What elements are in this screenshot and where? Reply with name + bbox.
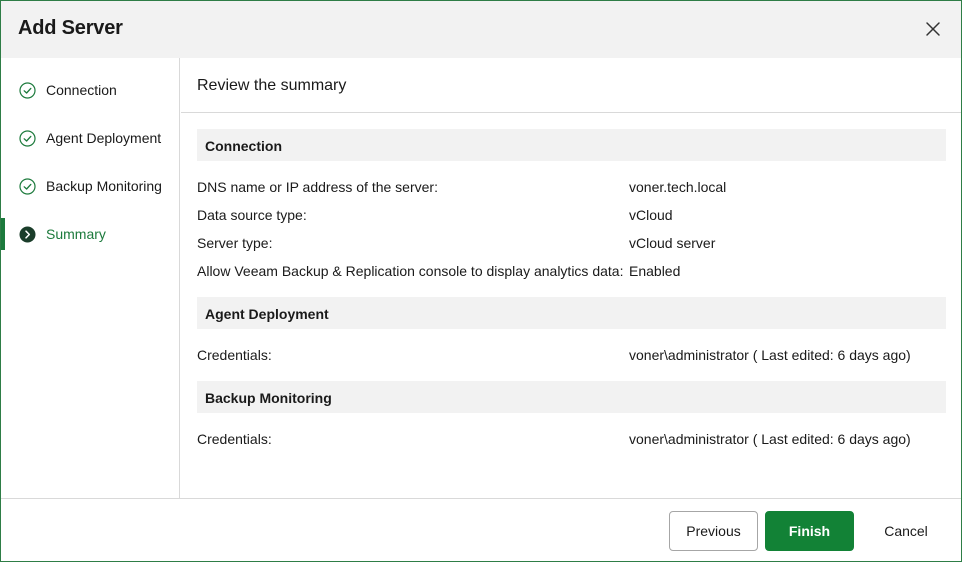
summary-row: DNS name or IP address of the server: vo… (197, 179, 946, 199)
check-circle-icon (19, 82, 36, 99)
chevron-circle-icon (19, 226, 36, 243)
section-title: Backup Monitoring (205, 390, 332, 406)
wizard-steps-sidebar: Connection Agent Deployment Backup Monit… (1, 58, 180, 498)
close-button[interactable] (921, 17, 945, 41)
active-step-indicator (1, 218, 5, 250)
step-backup-monitoring[interactable]: Backup Monitoring (1, 170, 179, 202)
panel-title-bar: Review the summary (181, 58, 961, 113)
row-label: Credentials: (197, 431, 272, 447)
dialog-header: Add Server (1, 1, 961, 58)
section-header-backup-monitoring: Backup Monitoring (197, 381, 946, 413)
section-header-connection: Connection (197, 129, 946, 161)
row-label: Server type: (197, 235, 273, 251)
summary-row: Credentials: voner\administrator ( Last … (197, 431, 946, 451)
summary-row: Credentials: voner\administrator ( Last … (197, 347, 946, 367)
row-label: Data source type: (197, 207, 307, 223)
previous-button[interactable]: Previous (669, 511, 758, 551)
summary-row: Allow Veeam Backup & Replication console… (197, 263, 946, 283)
step-label: Summary (46, 226, 106, 242)
row-value: voner\administrator ( Last edited: 6 day… (629, 431, 911, 447)
row-label: Allow Veeam Backup & Replication console… (197, 263, 624, 279)
summary-row: Server type: vCloud server (197, 235, 946, 255)
row-value: Enabled (629, 263, 681, 279)
step-label: Agent Deployment (46, 130, 162, 146)
step-label: Backup Monitoring (46, 178, 162, 194)
dialog-footer: Previous Finish Cancel (1, 498, 961, 561)
finish-button[interactable]: Finish (765, 511, 854, 551)
row-value: vCloud (629, 207, 673, 223)
row-label: DNS name or IP address of the server: (197, 179, 438, 195)
row-value: voner\administrator ( Last edited: 6 day… (629, 347, 911, 363)
check-circle-icon (19, 178, 36, 195)
summary-row: Data source type: vCloud (197, 207, 946, 227)
summary-panel: Review the summary Connection DNS name o… (181, 58, 961, 498)
step-label: Connection (46, 82, 117, 98)
row-value: vCloud server (629, 235, 716, 251)
section-header-agent-deployment: Agent Deployment (197, 297, 946, 329)
section-title: Connection (205, 138, 282, 154)
dialog-title: Add Server (18, 17, 123, 39)
row-label: Credentials: (197, 347, 272, 363)
check-circle-icon (19, 130, 36, 147)
section-title: Agent Deployment (205, 306, 329, 322)
step-summary[interactable]: Summary (1, 218, 179, 250)
step-connection[interactable]: Connection (1, 74, 179, 106)
close-icon (926, 22, 940, 36)
add-server-dialog: Add Server Connection Agent Deployment B… (0, 0, 962, 562)
step-agent-deployment[interactable]: Agent Deployment (1, 122, 179, 154)
page-title: Review the summary (197, 77, 347, 94)
cancel-button[interactable]: Cancel (865, 511, 947, 551)
row-value: voner.tech.local (629, 179, 727, 195)
